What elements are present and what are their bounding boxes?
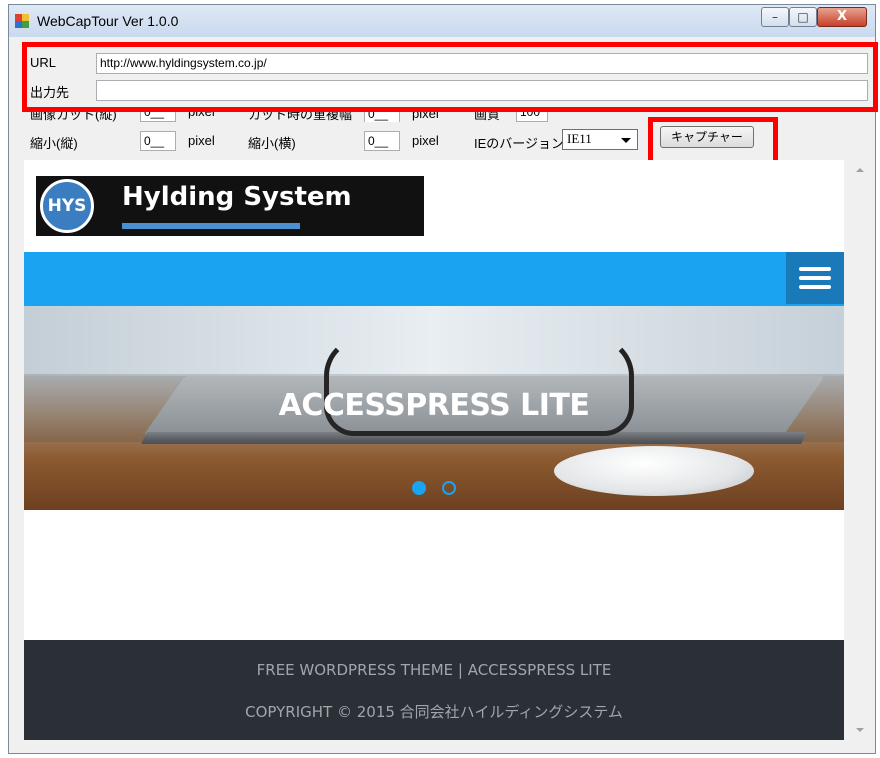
scroll-up-icon[interactable]	[856, 168, 864, 172]
dropdown-arrow-icon	[621, 138, 631, 143]
close-button[interactable]: X	[817, 7, 867, 27]
site-logo[interactable]: HYS Hylding System	[36, 176, 424, 236]
hamburger-menu-icon	[799, 267, 831, 271]
hero-mouse-image	[554, 446, 754, 496]
hero-slider: ACCESSPRESS LITE	[24, 306, 844, 510]
maximize-button[interactable]: □	[789, 7, 817, 27]
maximize-icon: □	[797, 10, 809, 24]
shrink-vertical-input[interactable]: 0__	[140, 131, 176, 151]
vertical-scrollbar[interactable]	[852, 160, 868, 740]
window-title: WebCapTour Ver 1.0.0	[37, 13, 179, 29]
shrink-horizontal-label: 縮小(横)	[248, 136, 296, 151]
ie-version-value: IE11	[567, 131, 592, 146]
browser-preview[interactable]: HYS Hylding System ACCESSPRESS LITE FREE…	[24, 160, 844, 740]
hamburger-menu-button[interactable]	[786, 252, 844, 304]
site-footer: FREE WORDPRESS THEME | ACCESSPRESS LITE …	[24, 640, 844, 740]
scroll-down-icon[interactable]	[856, 728, 864, 732]
minimize-button[interactable]: –	[761, 7, 789, 27]
shrink-horizontal-unit: pixel	[412, 133, 439, 148]
shrink-vertical-label: 縮小(縦)	[30, 136, 78, 151]
footer-copyright: COPYRIGHT © 2015 合同会社ハイルディングシステム	[245, 703, 623, 721]
close-icon: X	[836, 9, 848, 24]
ie-version-label: IEのバージョン	[474, 136, 565, 151]
ie-version-select[interactable]: IE11	[562, 129, 638, 150]
hamburger-menu-icon-bar	[799, 276, 831, 280]
url-output-highlight	[22, 42, 878, 112]
minimize-icon: –	[772, 10, 778, 24]
logo-underline	[122, 223, 300, 229]
footer-theme-text: FREE WORDPRESS THEME | ACCESSPRESS LITE	[256, 661, 612, 679]
slider-dot-1[interactable]	[412, 481, 426, 495]
logo-badge: HYS	[40, 179, 94, 233]
title-bar: WebCapTour Ver 1.0.0 – □ X	[9, 5, 875, 37]
hero-caption: ACCESSPRESS LITE	[278, 388, 590, 423]
hamburger-menu-icon-bar	[799, 285, 831, 289]
shrink-horizontal-input[interactable]: 0__	[364, 131, 400, 151]
app-icon	[15, 14, 29, 28]
shrink-vertical-unit: pixel	[188, 133, 215, 148]
slider-dot-2[interactable]	[442, 481, 456, 495]
logo-text: Hylding System	[122, 182, 352, 212]
site-navbar	[24, 252, 844, 306]
